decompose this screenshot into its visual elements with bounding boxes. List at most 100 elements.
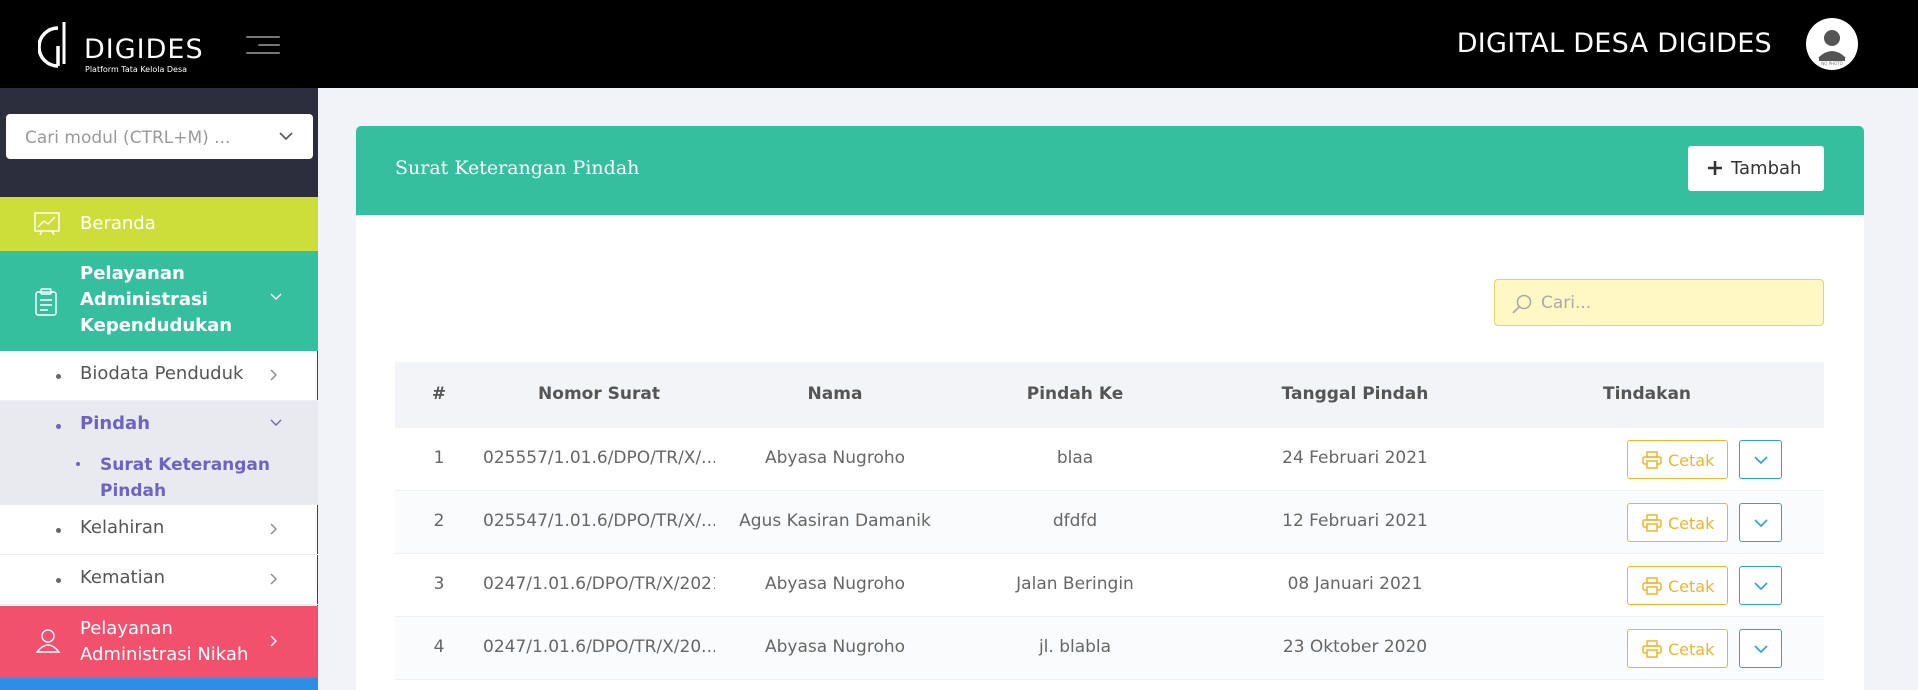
- table-row: 4 0247/1.01.6/DPO/TR/X/20... Abyasa Nugr…: [395, 617, 1824, 680]
- avatar-caption: NO PHOTO: [1821, 61, 1843, 66]
- sidebar-item-label: Pelayanan Administrasi Nikah: [80, 616, 248, 668]
- sidebar-subitem-pindah[interactable]: Pindah: [0, 401, 318, 449]
- label-line: Administrasi: [80, 289, 208, 310]
- label-line: Pindah: [100, 481, 167, 501]
- row-actions-dropdown-button[interactable]: [1739, 629, 1782, 668]
- sidebar-item-beranda[interactable]: Beranda: [0, 197, 318, 251]
- cell-nama: Abyasa Nugroho: [764, 637, 906, 657]
- sidebar-item-label: Pelayanan Administrasi Kependudukan: [80, 261, 232, 339]
- sidebar-item-next[interactable]: [0, 678, 318, 690]
- chevron-right-icon: [270, 523, 277, 535]
- cell-pindah-ke: blaa: [1056, 448, 1094, 468]
- label-line: Administrasi Nikah: [80, 644, 249, 665]
- table-header: # Nomor Surat Nama Pindah Ke Tanggal Pin…: [395, 362, 1824, 428]
- column-header-tindakan: Tindakan: [1602, 384, 1692, 404]
- subitem-label: Biodata Penduduk: [80, 363, 244, 384]
- module-search-select[interactable]: Cari modul (CTRL+M) ...: [6, 114, 313, 159]
- chart-icon: [34, 212, 60, 235]
- printer-icon: [1642, 640, 1662, 658]
- bullet: [56, 528, 61, 533]
- subitem-label: Kematian: [80, 567, 166, 588]
- avatar[interactable]: NO PHOTO: [1806, 18, 1858, 70]
- column-header-pindah-ke[interactable]: Pindah Ke: [955, 384, 1195, 404]
- user-photo-icon: NO PHOTO: [1818, 30, 1846, 66]
- chevron-down-icon: [1754, 645, 1768, 654]
- printer-icon: [1642, 514, 1662, 532]
- sidebar-item-label: Beranda: [80, 213, 156, 234]
- cell-no: 1: [433, 448, 445, 468]
- cell-pindah-ke: Jalan Beringin: [1016, 574, 1134, 594]
- cell-nama: Agus Kasiran Damanik: [739, 511, 931, 531]
- subitem-label: Kelahiran: [80, 517, 165, 538]
- bullet: [56, 424, 61, 429]
- table-row: 2 025547/1.01.6/DPO/TR/X/... Agus Kasira…: [395, 491, 1824, 554]
- label-line: Surat Keterangan: [100, 455, 271, 475]
- sidebar-item-pelayanan-administrasi-nikah[interactable]: Pelayanan Administrasi Nikah: [0, 606, 318, 678]
- hamburger-line: [246, 36, 280, 38]
- sidebar-subitem-kematian[interactable]: Kematian: [0, 555, 318, 605]
- cell-nomor-surat: 0247/1.01.6/DPO/TR/X/20...: [483, 637, 715, 657]
- plus-icon: [1708, 161, 1722, 175]
- row-actions-dropdown-button[interactable]: [1739, 566, 1782, 605]
- cetak-button[interactable]: Cetak: [1627, 566, 1728, 605]
- hamburger-line: [258, 44, 280, 46]
- sidebar-subitem-kelahiran[interactable]: Kelahiran: [0, 505, 318, 555]
- cell-pindah-ke: jl. blabla: [1038, 637, 1112, 657]
- cell-tanggal-pindah: 08 Januari 2021: [1287, 574, 1423, 594]
- chevron-down-icon: [1754, 519, 1768, 528]
- subitem-label: Pindah: [80, 413, 151, 434]
- label-line: Pelayanan: [80, 618, 173, 639]
- row-actions-dropdown-button[interactable]: [1739, 503, 1782, 542]
- cell-no: 2: [433, 511, 445, 531]
- cell-no: 3: [433, 574, 445, 594]
- printer-icon: [1642, 451, 1662, 469]
- row-actions-dropdown-button[interactable]: [1739, 440, 1782, 479]
- column-header-nama[interactable]: Nama: [715, 384, 955, 404]
- module-search-placeholder: Cari modul (CTRL+M) ...: [25, 128, 231, 148]
- sidebar-subitem-surat-keterangan-pindah[interactable]: Surat Keterangan Pindah: [0, 449, 318, 505]
- logo-subtitle: Platform Tata Kelola Desa: [85, 65, 188, 74]
- column-header-no[interactable]: #: [395, 384, 483, 404]
- top-bar: DIGIDES Platform Tata Kelola Desa DIGITA…: [0, 0, 1918, 88]
- hamburger-menu-button[interactable]: [246, 34, 282, 56]
- cell-nomor-surat: 025547/1.01.6/DPO/TR/X/...: [483, 511, 715, 531]
- cetak-button[interactable]: Cetak: [1627, 503, 1728, 542]
- cell-tanggal-pindah: 12 Februari 2021: [1282, 511, 1428, 531]
- cell-nama: Abyasa Nugroho: [764, 574, 906, 594]
- users-icon: [35, 629, 61, 653]
- cetak-button-label: Cetak: [1668, 451, 1715, 470]
- sidebar: Cari modul (CTRL+M) ... Beranda Pelayana…: [0, 88, 318, 690]
- cell-pindah-ke: dfdfd: [1052, 511, 1098, 531]
- printer-icon: [1642, 577, 1662, 595]
- clipboard-icon: [35, 288, 57, 316]
- search-field[interactable]: [1494, 279, 1824, 326]
- logo[interactable]: DIGIDES Platform Tata Kelola Desa: [38, 16, 208, 74]
- add-button[interactable]: Tambah: [1688, 146, 1824, 191]
- chevron-down-icon: [270, 419, 282, 426]
- label-line: Pelayanan: [80, 263, 185, 284]
- add-button-label: Tambah: [1731, 158, 1802, 179]
- bullet: [76, 462, 80, 466]
- sidebar-subitem-biodata-penduduk[interactable]: Biodata Penduduk: [0, 351, 318, 401]
- logo-mark-icon: [38, 22, 66, 68]
- column-header-tanggal-pindah[interactable]: Tanggal Pindah: [1235, 384, 1475, 404]
- chevron-down-icon: [270, 293, 282, 300]
- bullet: [56, 578, 61, 583]
- label-line: Kependudukan: [80, 315, 233, 336]
- cetak-button[interactable]: Cetak: [1627, 629, 1728, 668]
- cell-tanggal-pindah: 24 Februari 2021: [1282, 448, 1428, 468]
- chevron-down-icon: [279, 132, 293, 141]
- cetak-button-label: Cetak: [1668, 514, 1715, 533]
- column-header-nomor-surat[interactable]: Nomor Surat: [483, 384, 715, 404]
- search-input[interactable]: [1541, 290, 1811, 316]
- cetak-button[interactable]: Cetak: [1627, 440, 1728, 479]
- table-row: 3 0247/1.01.6/DPO/TR/X/2021 Abyasa Nugro…: [395, 554, 1824, 617]
- cell-nomor-surat: 025557/1.01.6/DPO/TR/X/...: [483, 448, 715, 468]
- sidebar-item-pelayanan-administrasi-kependudukan[interactable]: Pelayanan Administrasi Kependudukan: [0, 251, 318, 351]
- chevron-down-icon: [1754, 582, 1768, 591]
- main-panel: Surat Keterangan Pindah Tambah # Nomor S…: [356, 126, 1864, 690]
- cell-nama: Abyasa Nugroho: [764, 448, 906, 468]
- chevron-down-icon: [1754, 456, 1768, 465]
- table-row: 1 025557/1.01.6/DPO/TR/X/... Abyasa Nugr…: [395, 428, 1824, 491]
- sidebar-search-area: Cari modul (CTRL+M) ...: [0, 88, 318, 197]
